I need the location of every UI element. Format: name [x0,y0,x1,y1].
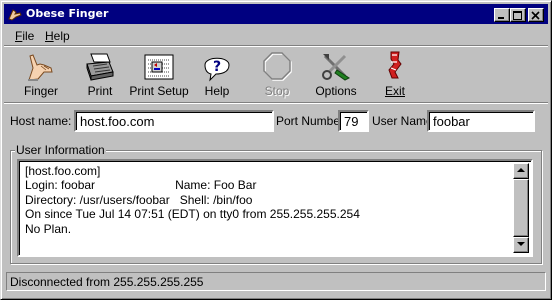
toolbar-print-label: Print [87,84,113,98]
toolbar: Finger Print Print Setup ? Help Stop Opt… [4,48,548,100]
toolbar-print-setup-button[interactable]: Print Setup [128,48,190,100]
minimize-button[interactable] [494,8,510,22]
user-information-content: [host.foo.com] Login: foobar Name: Foo Ba… [25,164,360,236]
status-bar: Disconnected from 255.255.255.255 [6,272,546,291]
maximize-button[interactable] [510,8,526,22]
menu-file-label: ile [22,29,35,43]
toolbar-options-button[interactable]: Options [306,48,366,100]
svg-text:?: ? [213,59,221,75]
toolbar-stop-button[interactable]: Stop [247,48,307,100]
scroll-thumb[interactable] [513,179,529,237]
toolbar-finger-button[interactable]: Finger [11,48,71,100]
exit-label-text: Exit [384,84,405,98]
title-bar[interactable]: Obese Finger [4,4,548,24]
arrow-down-icon [517,242,525,246]
info-line: Directory: /usr/users/foobar Shell: /bin… [25,192,253,207]
menu-help-label: elp [53,29,70,43]
info-line: Login: foobar Name: Foo Bar [25,178,257,193]
menu-help-accel: H [45,29,54,43]
host-name-label: Host name: [10,114,72,128]
options-icon [322,54,350,81]
port-number-input[interactable]: 79 [338,110,369,132]
close-button[interactable] [528,8,544,22]
maximize-icon [513,11,522,20]
print-setup-icon [144,54,174,80]
user-information-legend: User Information [15,143,106,157]
user-information-text[interactable]: [host.foo.com] Login: foobar Name: Foo Ba… [17,159,533,257]
info-line: On since Tue Jul 14 07:51 (EDT) on tty0 … [25,207,360,222]
arrow-up-icon [517,168,525,172]
toolbar-print-setup-label: Print Setup [129,84,189,98]
finger-app-icon [8,9,22,21]
info-line: [host.foo.com] [25,164,101,178]
help-icon: ? [204,57,230,82]
app-window: Obese Finger File Help Finger Print Prin… [0,0,552,300]
toolbar-exit-button[interactable]: Exit [365,48,425,100]
port-number-label: Port Number: [276,114,348,128]
finger-icon [28,54,53,81]
stop-icon [263,52,292,81]
menu-separator [4,45,548,47]
close-icon [531,11,540,20]
exit-icon [388,51,402,79]
toolbar-help-button[interactable]: ? Help [187,48,247,100]
scroll-down-button[interactable] [513,237,529,253]
scroll-up-button[interactable] [513,163,529,179]
minimize-icon [498,17,504,19]
host-name-input[interactable]: host.foo.com [74,110,274,132]
user-name-input[interactable]: foobar [427,110,535,132]
menu-help[interactable]: Help [45,29,70,43]
printer-icon [86,53,114,81]
toolbar-print-button[interactable]: Print [70,48,130,100]
toolbar-options-label: Options [315,84,357,98]
toolbar-help-label: Help [204,84,230,98]
toolbar-exit-label: Exit [365,84,425,98]
vertical-scrollbar[interactable] [513,163,529,253]
menu-file[interactable]: File [15,29,34,43]
window-title: Obese Finger [26,7,109,20]
toolbar-finger-label: Finger [23,84,58,98]
user-information-group: User Information [host.foo.com] Login: fo… [10,143,542,264]
info-line: No Plan. [25,221,72,236]
toolbar-separator [4,102,548,104]
connection-fields: Host name: host.foo.com Port Number: 79 … [10,107,540,133]
toolbar-stop-label: Stop [264,84,290,98]
